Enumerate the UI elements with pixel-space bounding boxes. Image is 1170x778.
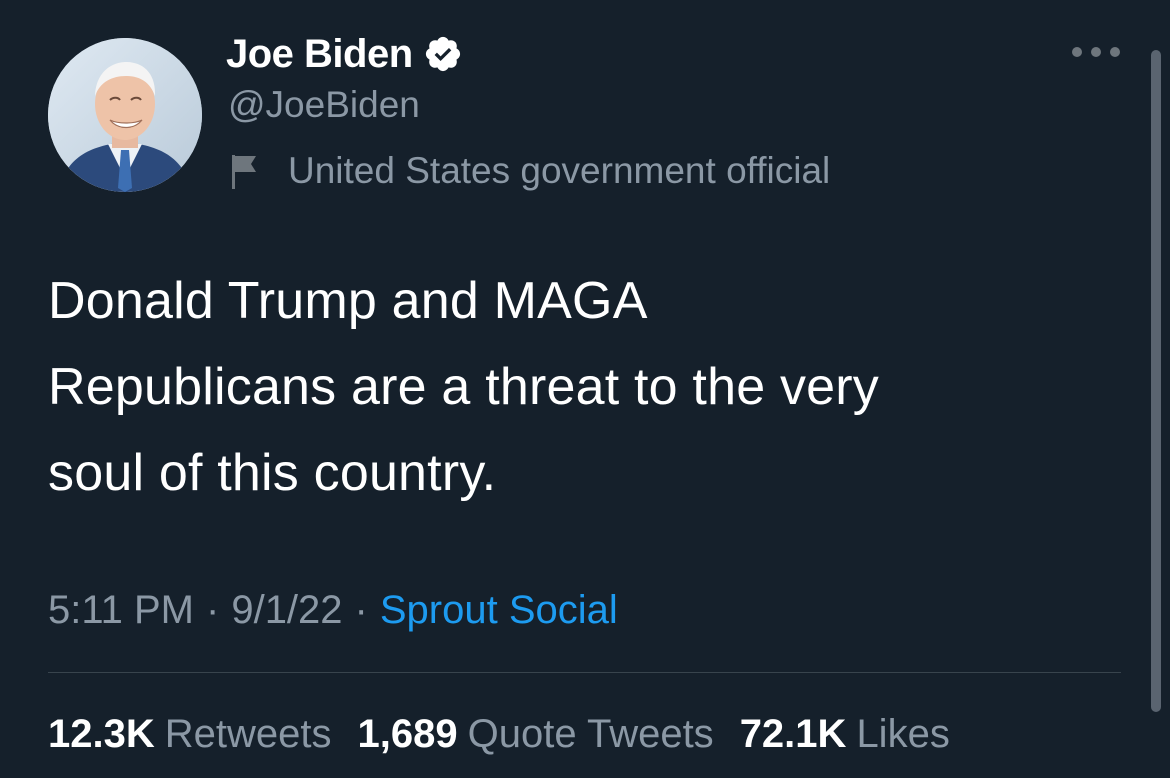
quote-tweets-stat[interactable]: 1,689 Quote Tweets xyxy=(358,712,714,757)
divider xyxy=(48,672,1121,673)
engagement-stats: 12.3K Retweets 1,689 Quote Tweets 72.1K … xyxy=(48,708,950,760)
quote-tweets-count: 1,689 xyxy=(357,711,458,756)
verified-badge-icon[interactable] xyxy=(423,34,463,74)
profile-photo xyxy=(48,38,202,192)
government-label: United States government official xyxy=(288,150,831,191)
quote-tweets-label: Quote Tweets xyxy=(467,711,714,756)
tweet-metadata: 5:11 PM · 9/1/22 · Sprout Social xyxy=(48,584,618,636)
author-handle[interactable]: @JoeBiden xyxy=(228,84,420,126)
separator: · xyxy=(206,587,220,632)
flag-icon xyxy=(230,151,264,191)
author-name-row: Joe Biden xyxy=(226,26,463,82)
retweets-count: 12.3K xyxy=(48,711,155,756)
likes-count: 72.1K xyxy=(739,711,847,756)
separator: · xyxy=(354,587,368,632)
retweets-label: Retweets xyxy=(164,711,332,756)
scrollbar[interactable] xyxy=(1151,50,1161,712)
likes-label: Likes xyxy=(856,711,950,756)
avatar[interactable] xyxy=(48,38,202,192)
tweet-source-link[interactable]: Sprout Social xyxy=(380,588,618,633)
display-name[interactable]: Joe Biden xyxy=(226,32,413,77)
more-options-icon[interactable] xyxy=(1072,38,1120,66)
likes-stat[interactable]: 72.1K Likes xyxy=(740,712,950,757)
tweet-detail: Joe Biden @JoeBiden United States govern… xyxy=(0,0,1170,778)
retweets-stat[interactable]: 12.3K Retweets xyxy=(48,712,332,757)
tweet-time[interactable]: 5:11 PM xyxy=(48,588,194,633)
account-label: United States government official xyxy=(230,148,830,194)
tweet-date[interactable]: 9/1/22 xyxy=(231,588,342,633)
tweet-text: Donald Trump and MAGA Republicans are a … xyxy=(48,272,879,502)
